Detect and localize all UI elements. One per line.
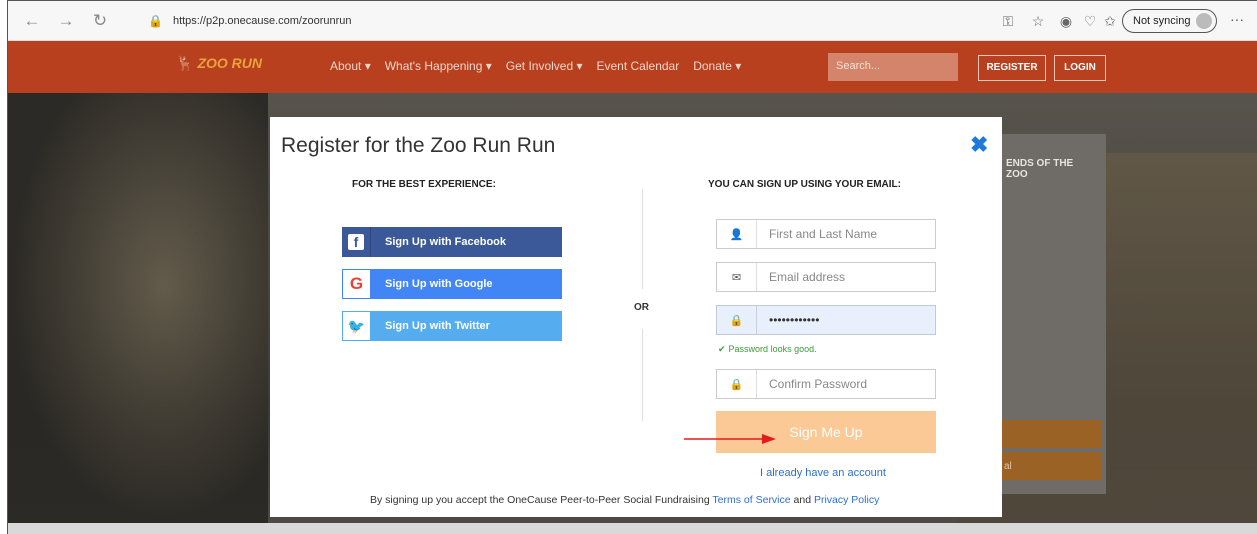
address-bar[interactable]: 🔒 https://p2p.onecause.com/zoorunrun — [148, 10, 848, 32]
deer-logo-icon: 🦌 — [176, 55, 194, 71]
site-search-input[interactable]: Search... — [828, 53, 958, 81]
lock-icon: 🔒 — [148, 14, 163, 28]
menu-event-calendar[interactable]: Event Calendar — [597, 59, 680, 73]
menu-about[interactable]: About ▾ — [330, 59, 371, 73]
facebook-signup-button[interactable]: f Sign Up with Facebook — [342, 227, 562, 257]
sign-me-up-button[interactable]: Sign Me Up — [716, 411, 936, 453]
confirm-password-input[interactable] — [757, 370, 935, 398]
left-heading: FOR THE BEST EXPERIENCE: — [352, 179, 496, 190]
side-card: ENDS OF THE ZOO al — [998, 134, 1106, 494]
favorites-icon[interactable]: ✩ — [1100, 12, 1120, 30]
back-arrow-icon[interactable]: ← — [22, 11, 42, 31]
email-input[interactable] — [757, 263, 935, 291]
login-button[interactable]: LOGIN — [1054, 55, 1106, 81]
email-field[interactable]: ✉ — [716, 262, 936, 292]
extension-icon[interactable]: ◉ — [1056, 12, 1076, 30]
or-label: OR — [634, 302, 649, 313]
site-menu: About ▾ What's Happening ▾ Get Involved … — [330, 59, 741, 73]
divider-line — [642, 189, 643, 289]
more-menu-icon[interactable]: ··· — [1230, 11, 1244, 27]
password-input[interactable] — [757, 306, 935, 334]
name-field[interactable]: 👤 — [716, 219, 936, 249]
menu-get-involved[interactable]: Get Involved ▾ — [506, 59, 583, 73]
password-field[interactable]: 🔒 — [716, 305, 936, 335]
side-card-text-2: ZOO — [1006, 169, 1028, 180]
avatar — [1196, 13, 1213, 29]
register-button[interactable]: REGISTER — [978, 55, 1046, 81]
twitter-signup-button[interactable]: 🐦 Sign Up with Twitter — [342, 311, 562, 341]
google-signup-button[interactable]: G Sign Up with Google — [342, 269, 562, 299]
refresh-icon[interactable]: ↻ — [90, 11, 110, 31]
user-icon: 👤 — [717, 220, 757, 248]
site-navbar: 🦌 ZOO RUN About ▾ What's Happening ▾ Get … — [8, 41, 1257, 93]
already-have-account-link[interactable]: I already have an account — [760, 467, 886, 479]
favorite-add-icon[interactable]: ☆ — [1028, 12, 1048, 30]
forward-arrow-icon[interactable]: → — [56, 11, 76, 31]
sync-label: Not syncing — [1133, 15, 1191, 27]
page-bottom-strip — [8, 523, 1257, 534]
right-heading: YOU CAN SIGN UP USING YOUR EMAIL: — [708, 179, 901, 190]
lock-icon: 🔒 — [717, 306, 757, 334]
close-icon[interactable]: ✖ — [970, 134, 988, 156]
side-card-text-1: ENDS OF THE — [1006, 158, 1074, 169]
browser-window: ← → ↻ 🔒 https://p2p.onecause.com/zoorunr… — [7, 0, 1257, 534]
twitter-icon: 🐦 — [342, 311, 371, 341]
terms-text: By signing up you accept the OneCause Pe… — [370, 494, 880, 506]
name-input[interactable] — [757, 220, 935, 248]
lock-icon: 🔒 — [717, 370, 757, 398]
side-card-button-1[interactable] — [998, 420, 1102, 448]
envelope-icon: ✉ — [717, 263, 757, 291]
confirm-password-field[interactable]: 🔒 — [716, 369, 936, 399]
annotation-arrow-icon — [684, 434, 776, 444]
privacy-policy-link[interactable]: Privacy Policy — [814, 494, 879, 506]
menu-donate[interactable]: Donate ▾ — [693, 59, 741, 73]
google-icon: G — [342, 269, 371, 299]
browser-toolbar: ← → ↻ 🔒 https://p2p.onecause.com/zoorunr… — [8, 1, 1257, 41]
password-status: ✔ Password looks good. — [718, 344, 817, 354]
register-modal: Register for the Zoo Run Run ✖ FOR THE B… — [270, 117, 1002, 517]
browser-essentials-icon[interactable]: ♡ — [1080, 12, 1100, 30]
site-logo[interactable]: 🦌 ZOO RUN — [176, 55, 262, 72]
check-icon: ✔ — [718, 344, 726, 354]
url-text: https://p2p.onecause.com/zoorunrun — [172, 15, 352, 27]
profile-sync-button[interactable]: Not syncing — [1122, 9, 1217, 33]
password-key-icon[interactable]: ⚿ — [998, 12, 1018, 30]
divider-line — [642, 329, 643, 421]
modal-title: Register for the Zoo Run Run — [281, 134, 556, 157]
menu-whats-happening[interactable]: What's Happening ▾ — [385, 59, 492, 73]
facebook-icon: f — [342, 227, 371, 257]
side-card-button-2[interactable]: al — [998, 452, 1102, 480]
terms-of-service-link[interactable]: Terms of Service — [712, 494, 790, 506]
